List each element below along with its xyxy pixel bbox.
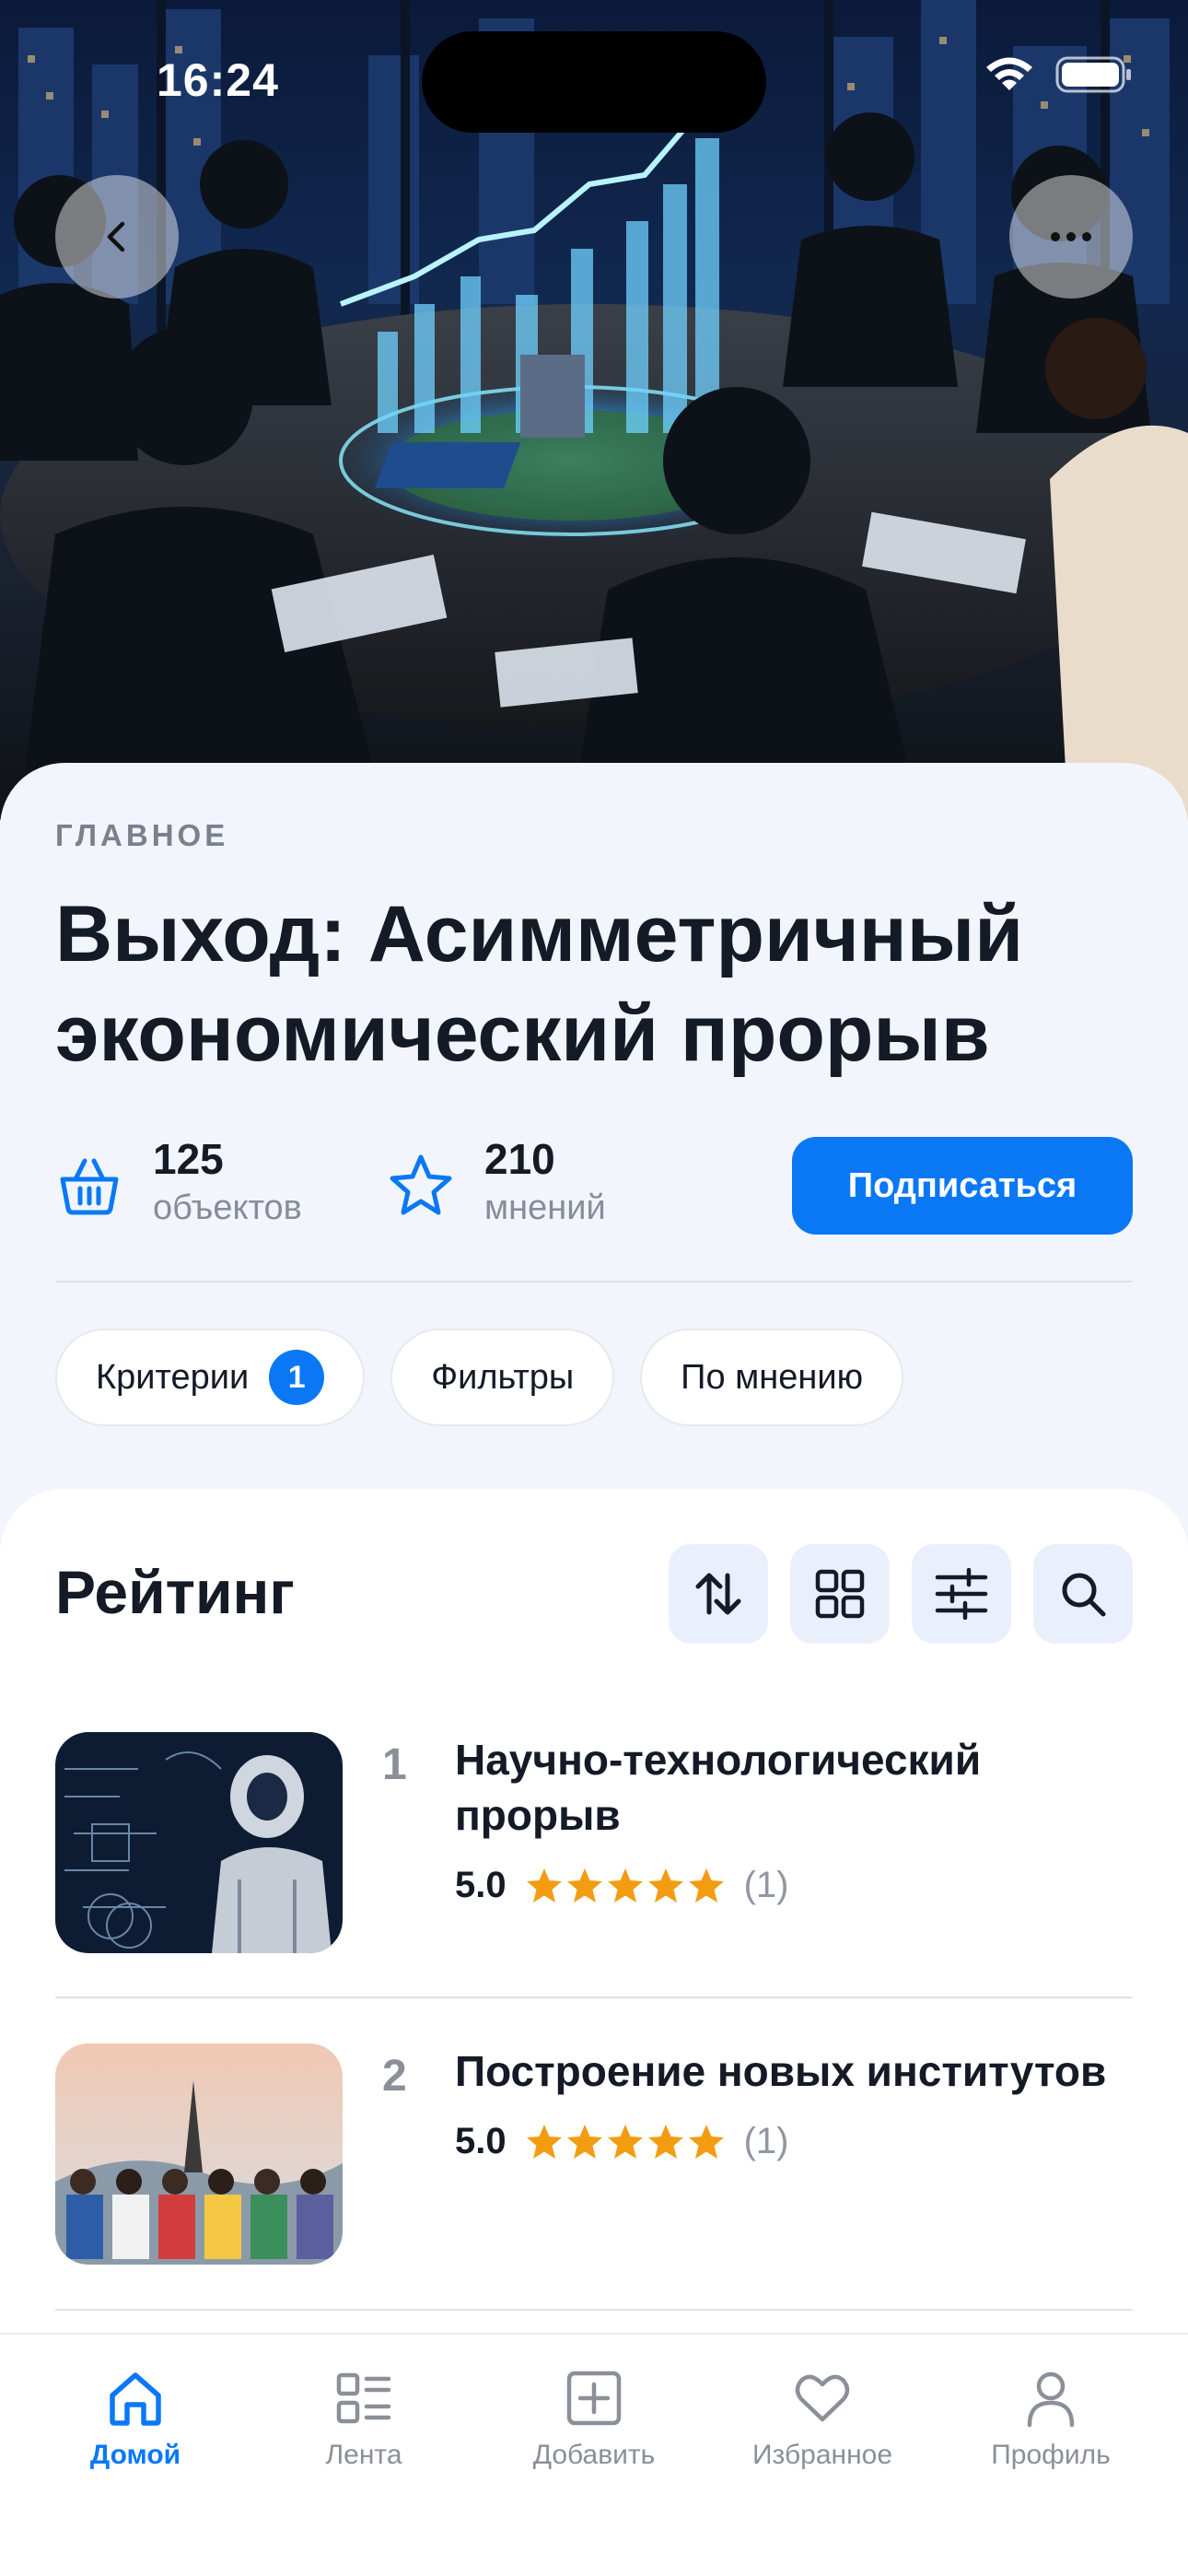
tab-feed[interactable]: Лента xyxy=(245,2368,483,2471)
star-icon xyxy=(607,1868,643,1903)
adjust-button[interactable] xyxy=(912,1544,1011,1644)
dynamic-island xyxy=(422,31,766,133)
status-icons xyxy=(984,55,1133,94)
tab-home-label: Домой xyxy=(89,2440,181,2470)
status-time: 16:24 xyxy=(157,54,279,106)
sort-button[interactable] xyxy=(669,1544,768,1644)
grid-icon xyxy=(815,1569,865,1619)
page-title: Выход: Асимметричный экономический проры… xyxy=(55,890,1024,1078)
star-icon xyxy=(647,1868,683,1903)
tab-add-label: Добавить xyxy=(532,2440,656,2470)
item-rating: 5.0 (1) xyxy=(455,2121,789,2162)
tab-profile[interactable]: Профиль xyxy=(932,2368,1170,2471)
item-rank: 2 xyxy=(382,2052,407,2101)
item-thumbnail xyxy=(55,1732,343,1953)
home-icon xyxy=(110,2372,161,2426)
tab-bar: Домой Лента Добавить Избранное Профиль xyxy=(0,2333,1188,2576)
feed-icon xyxy=(336,2372,391,2424)
review-count: (1) xyxy=(743,2121,789,2161)
tab-profile-label: Профиль xyxy=(991,2440,1111,2470)
criteria-count-badge: 1 xyxy=(269,1350,325,1405)
star-icon xyxy=(647,2124,683,2159)
item-rank: 1 xyxy=(382,1740,407,1789)
search-icon xyxy=(1062,1573,1106,1617)
basket-icon xyxy=(60,1158,119,1215)
item-score: 5.0 xyxy=(455,1865,507,1905)
list-item[interactable]: 1 Научно-технологический прорыв 5.0 (1) xyxy=(55,1732,1133,2008)
stat-reviews: 210 мнений xyxy=(387,1133,606,1231)
section-eyebrow: ГЛАВНОЕ xyxy=(55,818,229,852)
stat-objects-value: 125 xyxy=(153,1135,224,1183)
star-icon xyxy=(688,2124,724,2159)
ranking-title: Рейтинг xyxy=(55,1558,295,1626)
divider xyxy=(55,2309,1133,2311)
sliders-icon xyxy=(935,1568,988,1620)
stat-objects: 125 объектов xyxy=(55,1133,302,1231)
back-button[interactable] xyxy=(55,175,179,299)
hero-image: 16:24 xyxy=(0,0,1188,820)
filter-chips: Критерии 1 Фильтры По мнению xyxy=(55,1329,904,1426)
item-title: Построение новых институтов xyxy=(455,2047,1107,2095)
chip-by-opinion[interactable]: По мнению xyxy=(640,1329,904,1426)
chip-by-opinion-label: По мнению xyxy=(681,1357,864,1397)
subscribe-button[interactable]: Подписаться xyxy=(792,1137,1133,1235)
stat-reviews-value: 210 xyxy=(484,1135,555,1183)
chip-filters-label: Фильтры xyxy=(431,1357,575,1397)
item-rating: 5.0 (1) xyxy=(455,1865,789,1906)
star-icon xyxy=(688,1868,724,1903)
sort-icon xyxy=(695,1573,741,1615)
chip-filters[interactable]: Фильтры xyxy=(390,1329,615,1426)
divider xyxy=(55,1281,1133,1282)
divider xyxy=(55,1996,1133,1998)
tab-favorites[interactable]: Избранное xyxy=(704,2368,941,2471)
add-icon xyxy=(566,2371,622,2426)
more-dots-icon xyxy=(1051,232,1091,241)
stars xyxy=(525,2123,726,2161)
tab-favorites-label: Избранное xyxy=(751,2440,893,2470)
grid-view-button[interactable] xyxy=(790,1544,890,1644)
stat-objects-label: объектов xyxy=(153,1188,302,1227)
item-title: Научно-технологический прорыв xyxy=(455,1736,982,1839)
star-icon xyxy=(526,2124,562,2159)
stars xyxy=(525,1867,726,1905)
tab-add[interactable]: Добавить xyxy=(475,2368,713,2471)
wifi-icon xyxy=(986,57,1032,90)
tab-home[interactable]: Домой xyxy=(17,2368,254,2471)
chip-criteria-label: Критерии xyxy=(96,1357,250,1397)
search-button[interactable] xyxy=(1033,1544,1133,1644)
profile-icon xyxy=(1027,2371,1075,2428)
star-icon xyxy=(566,1868,602,1903)
star-icon xyxy=(566,2124,602,2159)
list-item[interactable]: 2 Построение новых институтов 5.0 (1) xyxy=(55,2043,1133,2320)
stat-reviews-label: мнений xyxy=(484,1188,606,1227)
star-icon xyxy=(526,1868,562,1903)
item-thumbnail xyxy=(55,2043,343,2265)
star-icon xyxy=(607,2124,643,2159)
star-outline-icon xyxy=(390,1154,452,1215)
heart-icon xyxy=(795,2374,850,2422)
tab-feed-label: Лента xyxy=(325,2440,402,2470)
chevron-left-icon xyxy=(107,221,125,252)
chip-criteria[interactable]: Критерии 1 xyxy=(55,1329,366,1426)
review-count: (1) xyxy=(743,1865,789,1905)
battery-icon xyxy=(1055,56,1131,93)
ranking-toolbar xyxy=(669,1544,1133,1644)
more-button[interactable] xyxy=(1009,175,1133,299)
item-score: 5.0 xyxy=(455,2121,507,2161)
